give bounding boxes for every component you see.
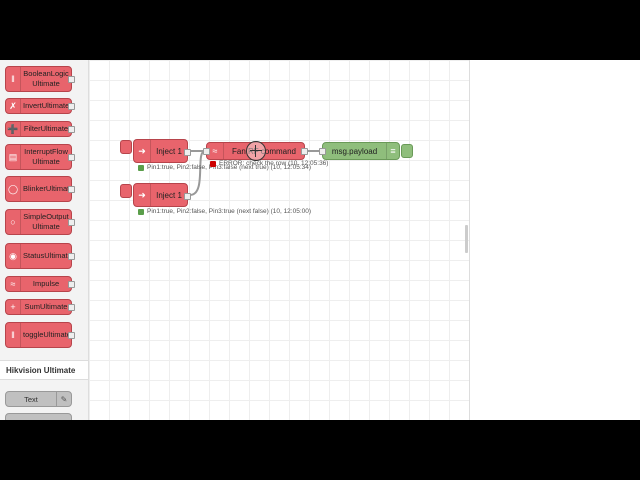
- eye-icon: ◉: [6, 244, 21, 268]
- palette-node-toggle[interactable]: ‖ toggleUltimate: [5, 322, 75, 348]
- palette-node-blinker[interactable]: ◯ BlinkerUltimate: [5, 176, 75, 202]
- output-port: [301, 148, 308, 155]
- inject-node-1[interactable]: ➜ Inject 1: [133, 139, 191, 163]
- flow-workspace[interactable]: ➜ Inject 1 Pin1:true, Pin2:false, Pin3:f…: [89, 60, 469, 420]
- palette-node-status[interactable]: ◉ StatusUltimate: [5, 243, 75, 269]
- palette-node-filter[interactable]: ➕ FilterUltimate: [5, 121, 75, 137]
- sidebar-panel: [469, 60, 640, 420]
- toggle-icon: ‖: [6, 323, 21, 347]
- output-port: [68, 76, 75, 83]
- output-port: [68, 186, 75, 193]
- palette-node-booleanlogic[interactable]: ‖ BooleanLogic Ultimate: [5, 66, 75, 92]
- output-port: [68, 219, 75, 226]
- node-palette: ‖ BooleanLogic Ultimate ✗ InvertUltimate…: [0, 60, 89, 420]
- bulb-icon: ◯: [6, 177, 21, 201]
- edit-icon: ✎: [56, 392, 71, 406]
- palette-node-partial[interactable]: [5, 413, 72, 420]
- document-icon: ▤: [6, 145, 21, 169]
- shuffle-icon: ✗: [6, 99, 21, 113]
- output-port: [68, 281, 75, 288]
- palette-node-interruptflow[interactable]: ▤ InterruptFlow Ultimate: [5, 144, 75, 170]
- output-port: [68, 332, 75, 339]
- status-dot: [210, 160, 216, 167]
- inject-node-2[interactable]: ➜ Inject 1: [133, 183, 191, 207]
- debug-toggle-button[interactable]: [401, 144, 413, 158]
- arrows-icon: ➕: [6, 122, 21, 136]
- wire-inject2-fan: [189, 150, 206, 196]
- list-icon: ≡: [386, 143, 399, 159]
- arrow-right-icon: ➜: [134, 140, 151, 162]
- palette-category-header[interactable]: Hikvision Ultimate: [0, 360, 88, 380]
- arrow-right-icon: ➜: [134, 184, 151, 206]
- fan-status: ERROR: check the row (10, 12:05:36): [210, 160, 328, 167]
- output-port: [68, 253, 75, 260]
- palette-node-invert[interactable]: ✗ InvertUltimate: [5, 98, 75, 114]
- status-dot: [138, 208, 144, 215]
- circle-icon: ○: [6, 210, 21, 234]
- palette-node-text[interactable]: Text ✎: [5, 391, 72, 407]
- inject2-status: Pin1:true, Pin2:false, Pin3:true (next f…: [138, 208, 311, 215]
- status-dot: [138, 164, 144, 171]
- wifi-icon: ≈: [6, 277, 21, 291]
- output-port: [68, 154, 75, 161]
- boolean-icon: ‖: [6, 67, 21, 91]
- input-port: [203, 148, 210, 155]
- wires: [189, 150, 323, 196]
- palette-node-sum[interactable]: + SumUltimate: [5, 299, 75, 315]
- mouse-cursor: [246, 141, 266, 161]
- palette-node-impulse[interactable]: ≈ Impulse: [5, 276, 75, 292]
- output-port: [184, 193, 191, 200]
- palette-node-simpleoutput[interactable]: ○ SimpleOutput Ultimate: [5, 209, 75, 235]
- output-port: [68, 304, 75, 311]
- plus-icon: +: [6, 300, 21, 314]
- inject1-button[interactable]: [120, 140, 132, 154]
- editor-app: ‖ BooleanLogic Ultimate ✗ InvertUltimate…: [0, 60, 640, 420]
- inject2-button[interactable]: [120, 184, 132, 198]
- input-port: [319, 148, 326, 155]
- output-port: [184, 149, 191, 156]
- panel-splitter[interactable]: [465, 225, 468, 253]
- output-port: [68, 103, 75, 110]
- debug-node[interactable]: msg.payload ≡: [319, 142, 400, 160]
- output-port: [68, 126, 75, 133]
